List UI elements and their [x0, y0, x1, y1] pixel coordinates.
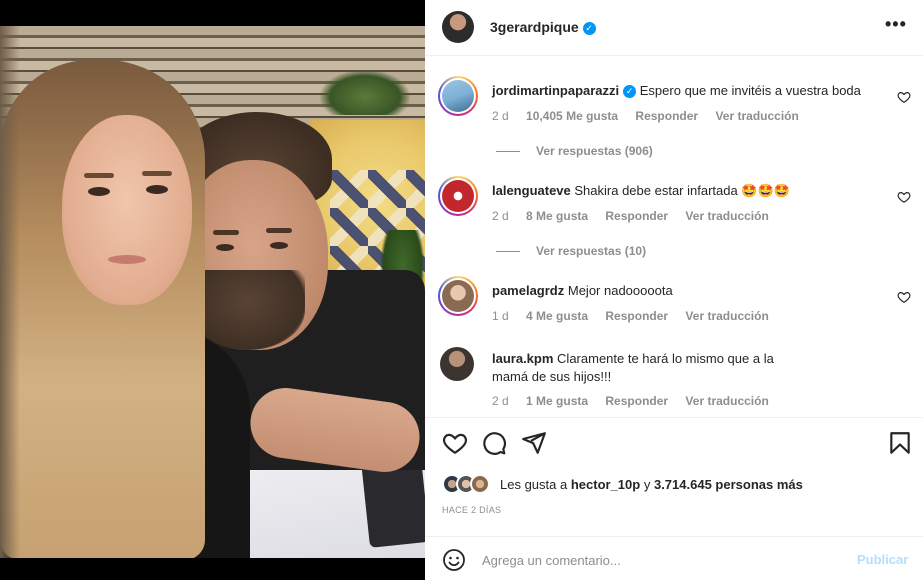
- comment-username[interactable]: pamelagrdz: [492, 283, 564, 298]
- heart-icon[interactable]: [442, 430, 468, 456]
- comment-username[interactable]: lalenguateve: [492, 183, 571, 198]
- avatar[interactable]: [442, 11, 474, 43]
- publish-button[interactable]: Publicar: [857, 552, 908, 567]
- comment-meta: 1 d 4 Me gusta Responder Ver traducción: [492, 309, 783, 323]
- comment-icon[interactable]: [481, 430, 507, 456]
- comment-input[interactable]: [482, 550, 842, 570]
- view-replies-label: Ver respuestas (906): [536, 144, 653, 158]
- likes-text: Les gusta a hector_10p y 3.714.645 perso…: [500, 477, 803, 492]
- comment-likes[interactable]: 4 Me gusta: [526, 309, 588, 323]
- translate-button[interactable]: Ver traducción: [685, 209, 768, 223]
- comment-username[interactable]: jordimartinpaparazzi: [492, 83, 619, 98]
- avatar: [470, 474, 490, 494]
- view-replies-button[interactable]: Ver respuestas (906): [496, 144, 653, 158]
- avatar-story-ring[interactable]: [438, 276, 478, 316]
- avatar: [442, 280, 474, 312]
- comment-username[interactable]: laura.kpm: [492, 351, 553, 366]
- reply-button[interactable]: Responder: [635, 109, 698, 123]
- post-author[interactable]: 3gerardpique ✓: [490, 19, 596, 35]
- verified-icon: ✓: [623, 85, 637, 98]
- avatar-story-ring[interactable]: [438, 76, 478, 116]
- comment-time: 2 d: [492, 209, 509, 223]
- comment-text: Shakira debe estar infartada 🤩🤩🤩: [574, 183, 790, 198]
- photo-letterbox-bottom: [0, 558, 425, 580]
- comment-meta: 2 d 10,405 Me gusta Responder Ver traduc…: [492, 109, 813, 123]
- comment-body: lalenguateve Shakira debe estar infartad…: [492, 182, 892, 200]
- view-replies-label: Ver respuestas (10): [536, 244, 647, 258]
- photo-man-beard: [190, 270, 305, 350]
- likes-user[interactable]: hector_10p: [571, 477, 640, 492]
- post-author-username[interactable]: 3gerardpique: [490, 19, 579, 35]
- comment-meta: 2 d 1 Me gusta Responder Ver traducción: [492, 394, 783, 408]
- reply-button[interactable]: Responder: [605, 209, 668, 223]
- comment-time: 2 d: [492, 394, 509, 408]
- share-icon[interactable]: [521, 430, 547, 456]
- avatar: [442, 180, 474, 212]
- comment-meta: 2 d 8 Me gusta Responder Ver traducción: [492, 209, 783, 223]
- add-comment-bar: Publicar: [425, 536, 923, 580]
- likes-connector: y: [643, 477, 651, 492]
- heart-icon[interactable]: [897, 290, 911, 304]
- reply-button[interactable]: Responder: [605, 394, 668, 408]
- likes-prefix: Les gusta a: [500, 477, 568, 492]
- more-icon[interactable]: •••: [885, 14, 907, 35]
- post-header: 3gerardpique ✓ •••: [425, 0, 923, 56]
- comment-text: Espero que me invitéis a vuestra boda: [639, 83, 861, 98]
- likes-count[interactable]: 3.714.645 personas más: [654, 477, 803, 492]
- avatar[interactable]: [440, 347, 474, 381]
- post-side-panel: 3gerardpique ✓ ••• jordimartinpaparazzi ✓ …: [425, 0, 923, 580]
- emoji-icon[interactable]: [442, 548, 466, 572]
- comment-body: laura.kpm Claramente te hará lo mismo qu…: [492, 350, 802, 386]
- comment-likes[interactable]: 1 Me gusta: [526, 394, 588, 408]
- comment-likes[interactable]: 8 Me gusta: [526, 209, 588, 223]
- view-replies-button[interactable]: Ver respuestas (10): [496, 244, 646, 258]
- reply-button[interactable]: Responder: [605, 309, 668, 323]
- translate-button[interactable]: Ver traducción: [685, 394, 768, 408]
- divider: [425, 417, 923, 418]
- photo-plant-top: [320, 70, 410, 115]
- comment-time: 1 d: [492, 309, 509, 323]
- comment-likes[interactable]: 10,405 Me gusta: [526, 109, 618, 123]
- avatar: [442, 80, 474, 112]
- heart-icon[interactable]: [897, 190, 911, 204]
- comment-text: Mejor nadooooota: [567, 283, 673, 298]
- photo-letterbox-top: [0, 0, 425, 26]
- photo-woman-face: [62, 115, 192, 305]
- verified-icon: ✓: [582, 22, 596, 35]
- bookmark-icon[interactable]: [887, 430, 913, 456]
- post-timestamp[interactable]: HACE 2 DÍAS: [442, 505, 501, 515]
- avatar-story-ring[interactable]: [438, 176, 478, 216]
- photo-shadow: [0, 26, 20, 558]
- action-bar: [425, 430, 923, 462]
- translate-button[interactable]: Ver traducción: [715, 109, 798, 123]
- translate-button[interactable]: Ver traducción: [685, 309, 768, 323]
- comments-list[interactable]: jordimartinpaparazzi ✓ Espero que me invi…: [425, 57, 923, 417]
- heart-icon[interactable]: [897, 90, 911, 104]
- comment-time: 2 d: [492, 109, 509, 123]
- post-photo[interactable]: [0, 0, 425, 580]
- comment-body: pamelagrdz Mejor nadooooota: [492, 282, 892, 300]
- comment-body: jordimartinpaparazzi ✓ Espero que me invi…: [492, 82, 892, 100]
